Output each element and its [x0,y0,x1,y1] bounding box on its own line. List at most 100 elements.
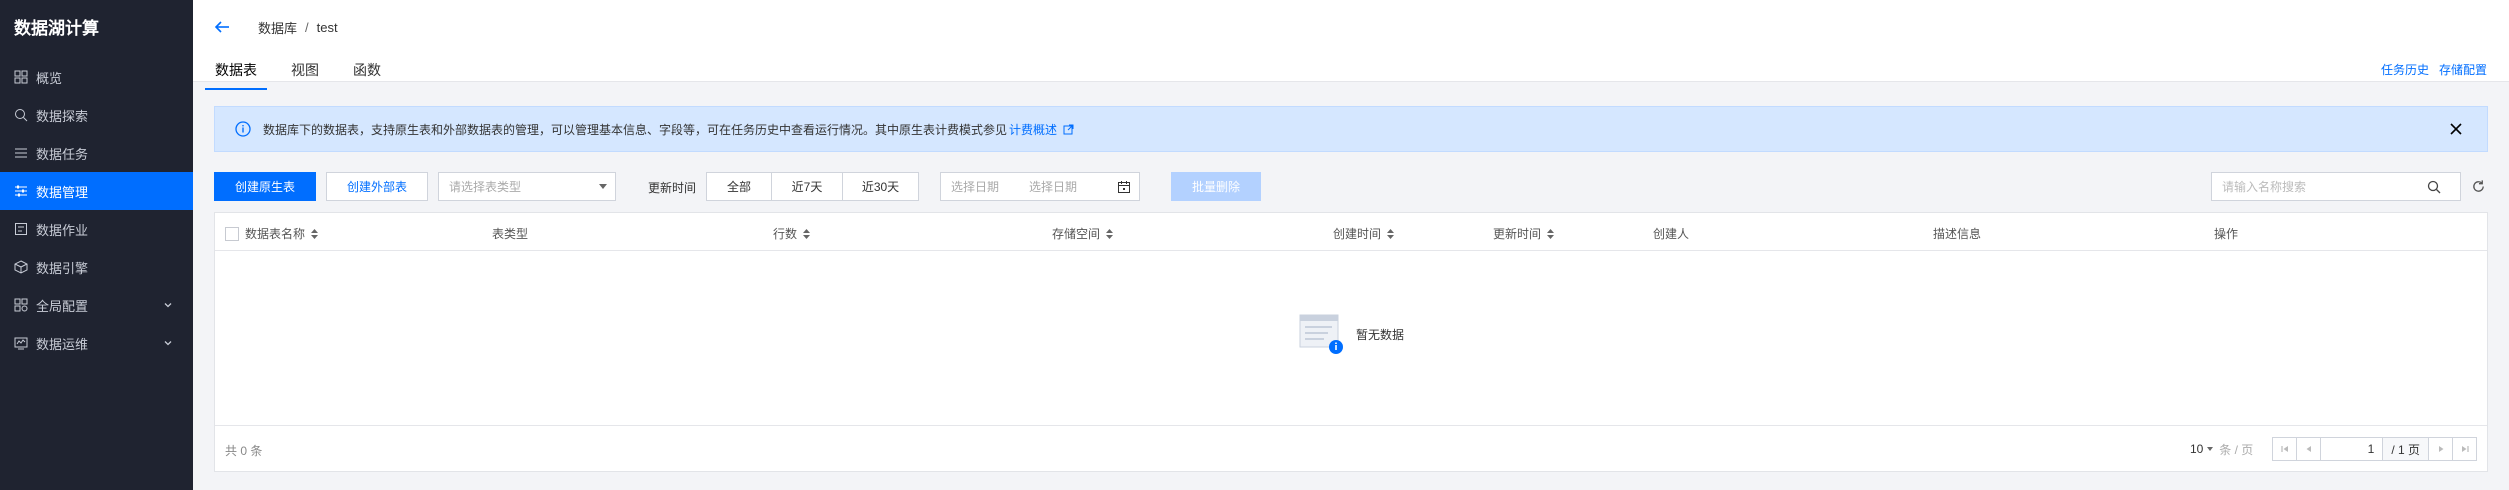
sort-icon[interactable] [1547,228,1555,239]
empty-state: 暂无数据 [215,313,2487,355]
refresh-icon[interactable] [2471,179,2486,194]
column-label: 数据表名称 [245,227,306,241]
tab-functions[interactable]: 函数 [343,56,391,90]
header-links: 任务历史 存储配置 [2381,61,2487,78]
range-7-days[interactable]: 近7天 [771,172,843,201]
range-30-days[interactable]: 近30天 [842,172,919,201]
breadcrumb-separator: / [305,20,309,35]
breadcrumb-current: test [316,20,338,35]
caret-down-icon [599,184,607,189]
column-header-updated[interactable]: 更新时间 [1493,225,1555,242]
sort-icon[interactable] [803,228,811,239]
search-box [2211,172,2461,201]
empty-text: 暂无数据 [1355,327,1404,342]
search-input[interactable] [2212,173,2427,200]
ops-icon [14,336,28,350]
first-page-button[interactable] [2272,437,2298,461]
column-header-rows[interactable]: 行数 [773,225,811,242]
create-native-table-button[interactable]: 创建原生表 [214,172,316,201]
back-arrow-icon[interactable] [213,18,231,36]
caret-down-icon [2207,447,2214,451]
column-label: 行数 [773,227,798,241]
calendar-icon [1118,181,1130,193]
table-type-select[interactable]: 请选择表类型 [438,172,616,201]
app-title: 数据湖计算 [14,19,99,38]
sidebar-item-label: 全局配置 [36,298,89,314]
sidebar-item-tasks[interactable]: 数据任务 [0,134,193,172]
billing-overview-link[interactable]: 计费概述 [1009,121,1074,138]
sidebar-item-engine[interactable]: 数据引擎 [0,248,193,286]
create-external-table-button[interactable]: 创建外部表 [326,172,428,201]
sidebar: 数据湖计算 概览 数据探索 数据任务 数据管理 数据作业 数据引擎 全局配置 数… [0,0,193,490]
last-page-button[interactable] [2452,437,2477,461]
column-label: 更新时间 [1493,227,1542,241]
select-all-checkbox[interactable] [225,226,239,241]
table-footer: 共 0 条 10 条 / 页 / 1 页 [215,425,2487,471]
breadcrumb-database[interactable]: 数据库 [258,18,297,37]
sidebar-item-data-management[interactable]: 数据管理 [0,172,193,210]
pager-controls: / 1 页 [2272,437,2477,461]
engine-icon [14,260,28,274]
sidebar-item-jobs[interactable]: 数据作业 [0,210,193,248]
toolbar: 创建原生表 创建外部表 请选择表类型 更新时间 全部 近7天 近30天 选择日期… [214,172,2488,202]
range-all[interactable]: 全部 [706,172,772,201]
page-number-input[interactable] [2320,437,2384,461]
column-label: 操作 [2214,227,2239,241]
first-page-icon [2281,446,2288,452]
table-header: 数据表名称 表类型 行数 存储空间 创建时间 更新时间 创建人 描述信息 操作 [215,213,2487,251]
storage-config-link[interactable]: 存储配置 [2439,61,2487,78]
sort-icon[interactable] [1106,228,1114,239]
column-header-creator: 创建人 [1653,225,1689,242]
column-label: 描述信息 [1933,227,1982,241]
column-header-type: 表类型 [492,225,528,242]
prev-page-button[interactable] [2296,437,2322,461]
tab-views[interactable]: 视图 [281,56,329,90]
end-date-placeholder: 选择日期 [1029,180,1078,194]
empty-data-icon [1299,314,1343,354]
sidebar-item-explore[interactable]: 数据探索 [0,96,193,134]
sidebar-item-overview[interactable]: 概览 [0,58,193,96]
external-link-icon [1063,124,1074,134]
task-history-link[interactable]: 任务历史 [2381,61,2429,78]
table-type-placeholder: 请选择表类型 [449,180,522,194]
page-header: 数据库 / test 数据表 视图 函数 任务历史 存储配置 [193,0,2509,90]
column-label: 创建时间 [1333,227,1382,241]
total-count: 共 0 条 [225,444,263,458]
sidebar-item-global-config[interactable]: 全局配置 [0,286,193,324]
last-page-icon [2461,446,2469,452]
job-icon [14,222,28,236]
info-icon [235,121,251,137]
tab-bar: 数据表 视图 函数 [205,56,405,90]
time-range-segment: 全部 近7天 近30天 [706,172,919,201]
sidebar-item-label: 数据运维 [36,336,89,352]
batch-delete-button[interactable]: 批量删除 [1171,172,1261,201]
info-banner: 数据库下的数据表，支持原生表和外部数据表的管理，可以管理基本信息、字段等，可在任… [214,106,2488,152]
sort-icon[interactable] [1387,228,1395,239]
column-label: 表类型 [492,227,529,241]
banner-text: 数据库下的数据表，支持原生表和外部数据表的管理，可以管理基本信息、字段等，可在任… [263,122,1008,137]
column-label: 存储空间 [1052,227,1101,241]
pagination: 10 条 / 页 / 1 页 [2190,437,2477,461]
date-range-picker[interactable]: 选择日期 选择日期 [940,172,1140,201]
sort-icon[interactable] [311,228,319,239]
search-icon[interactable] [2427,180,2441,194]
column-header-storage[interactable]: 存储空间 [1052,225,1114,242]
sidebar-item-label: 数据任务 [36,146,89,162]
start-date-placeholder: 选择日期 [951,180,1000,194]
tab-tables[interactable]: 数据表 [205,56,267,90]
next-page-button[interactable] [2428,437,2453,461]
close-icon[interactable] [2449,122,2463,136]
page-size-select[interactable]: 10 [2190,442,2214,456]
sidebar-item-ops[interactable]: 数据运维 [0,324,193,362]
column-header-created[interactable]: 创建时间 [1333,225,1395,242]
chevron-down-icon [164,341,172,346]
update-time-label: 更新时间 [648,181,697,195]
column-header-actions: 操作 [2214,225,2238,242]
column-header-description: 描述信息 [1933,225,1981,242]
next-page-icon [2438,446,2443,452]
prev-page-icon [2306,446,2311,452]
explore-icon [14,108,28,122]
sidebar-item-label: 数据管理 [36,184,89,200]
column-header-name[interactable]: 数据表名称 [225,225,319,242]
data-table: 数据表名称 表类型 行数 存储空间 创建时间 更新时间 创建人 描述信息 操作 … [214,212,2488,472]
